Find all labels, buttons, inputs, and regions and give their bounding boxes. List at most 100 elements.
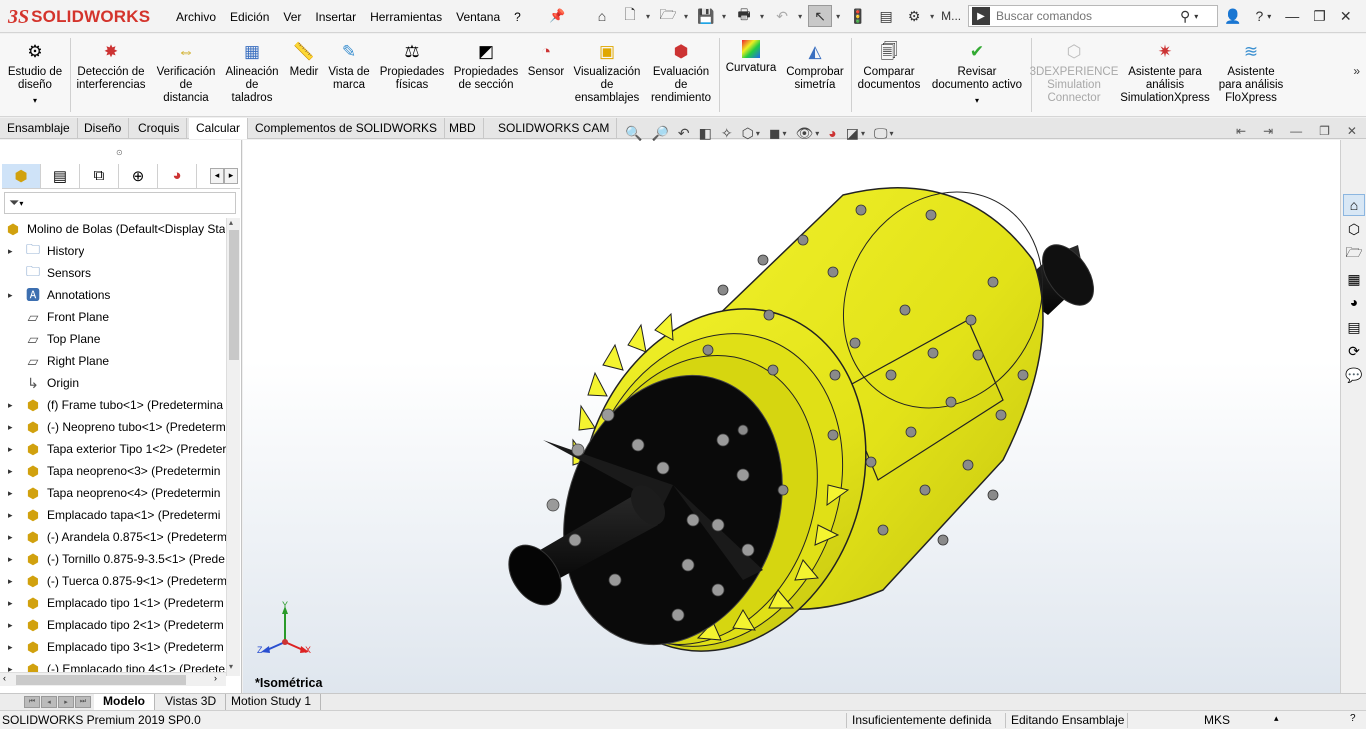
tree-item-component[interactable]: ▸ ⬢ Emplacado tipo 2<1> (Predeterm xyxy=(0,614,226,636)
view-settings-icon[interactable]: 🖵 xyxy=(874,125,888,142)
search-icon[interactable]: ⚲ xyxy=(1180,8,1190,25)
viewport-right-icon[interactable]: ⇥ xyxy=(1263,124,1273,138)
tree-item-component[interactable]: ▸ ⬢ Tapa neopreno<4> (Predetermin xyxy=(0,482,226,504)
options-gear-icon[interactable]: ⚙ xyxy=(902,5,926,27)
tab-ensamblaje[interactable]: Ensamblaje xyxy=(0,118,78,139)
tree-item-right-plane[interactable]: ▱ Right Plane xyxy=(0,350,226,372)
tab-mbd[interactable]: MBD xyxy=(442,118,484,139)
panel-grip-icon[interactable]: ⊙ xyxy=(116,148,123,157)
help-dropdown-icon[interactable]: ▾ xyxy=(1267,12,1271,21)
hide-show-dropdown-icon[interactable]: ▾ xyxy=(815,129,819,138)
dynamic-annotation-icon[interactable]: ✧ xyxy=(721,125,733,142)
print-icon[interactable]: 🖶 xyxy=(732,5,756,27)
help-icon[interactable]: ? xyxy=(1255,8,1263,24)
expand-icon[interactable]: ▸ xyxy=(8,246,18,257)
units-status[interactable]: MKS xyxy=(1204,713,1230,727)
solidworks-forum-icon[interactable]: ⟳ xyxy=(1343,340,1365,362)
select-dropdown-icon[interactable]: ▾ xyxy=(836,12,840,21)
display-style-icon[interactable]: ◼ xyxy=(769,125,781,142)
tree-item-component[interactable]: ▸ ⬢ (-) Tuerca 0.875-9<1> (Predeterm xyxy=(0,570,226,592)
configuration-manager-tab-icon[interactable]: ⧉ xyxy=(80,163,119,188)
open-dropdown-icon[interactable]: ▾ xyxy=(684,12,688,21)
clearance-verification-button[interactable]: ⇔ Verificación de distancia xyxy=(152,40,220,105)
check-active-document-button[interactable]: ✔ Revisar documento activo ▾ xyxy=(926,40,1028,107)
design-study-button[interactable]: ⚙ Estudio de diseño ▾ xyxy=(4,40,66,107)
scroll-thumb[interactable] xyxy=(16,675,186,685)
file-explorer-icon[interactable]: 🗁 xyxy=(1343,243,1365,265)
viewport-close-icon[interactable]: ✕ xyxy=(1347,124,1357,138)
tree-item-component[interactable]: ▸ ⬢ (-) Arandela 0.875<1> (Predeterm xyxy=(0,526,226,548)
prev-tab-icon[interactable]: ◂ xyxy=(41,696,57,708)
menu-archivo[interactable]: Archivo xyxy=(176,10,216,24)
tree-item-component[interactable]: ▸ ⬢ (-) Tornillo 0.875-9-3.5<1> (Prede xyxy=(0,548,226,570)
expand-icon[interactable]: ▸ xyxy=(8,488,18,499)
tree-item-component[interactable]: ▸ ⬢ (-) Neopreno tubo<1> (Predeterm xyxy=(0,416,226,438)
search-box[interactable]: ▶ ⚲ ▾ xyxy=(968,5,1218,27)
custom-properties-icon[interactable]: ▤ xyxy=(1343,316,1365,338)
last-tab-icon[interactable]: ⏭ xyxy=(75,696,91,708)
tree-item-component[interactable]: ▸ ⬢ Tapa exterior Tipo 1<2> (Predeter xyxy=(0,438,226,460)
symmetry-check-button[interactable]: ◭ Comprobar simetría xyxy=(782,40,848,92)
sensor-button[interactable]: ◔ Sensor xyxy=(526,40,566,79)
view-palette-icon[interactable]: ▦ xyxy=(1343,268,1365,290)
expand-icon[interactable]: ▸ xyxy=(8,598,18,609)
view-orientation-icon[interactable]: ⬡ xyxy=(742,125,754,142)
tab-calcular[interactable]: Calcular xyxy=(189,118,249,139)
expand-icon[interactable]: ▸ xyxy=(8,532,18,543)
viewport-left-icon[interactable]: ⇤ xyxy=(1236,124,1246,138)
save-dropdown-icon[interactable]: ▾ xyxy=(722,12,726,21)
display-style-dropdown-icon[interactable]: ▾ xyxy=(782,129,786,138)
tree-item-component[interactable]: ▸ ⬢ Emplacado tipo 1<1> (Predeterm xyxy=(0,592,226,614)
simulationxpress-button[interactable]: ✷ Asistente para análisis SimulationXpre… xyxy=(1118,40,1212,105)
next-tab-icon[interactable]: ▸ xyxy=(58,696,74,708)
options-dropdown-icon[interactable]: ▾ xyxy=(930,12,934,21)
filter-icon[interactable]: ⏷ xyxy=(9,195,19,211)
search-dropdown-icon[interactable]: ▾ xyxy=(1194,12,1198,21)
tree-item-history[interactable]: ▸ 🗀 History xyxy=(0,240,226,262)
tab-croquis[interactable]: Croquis xyxy=(131,118,188,139)
undo-icon[interactable]: ↶ xyxy=(770,5,794,27)
solidworks-resources-icon[interactable]: ⌂ xyxy=(1343,194,1365,216)
expand-icon[interactable]: ▸ xyxy=(8,422,18,433)
tab-solidworks-cam[interactable]: SOLIDWORKS CAM xyxy=(491,118,618,139)
tab-motion-study[interactable]: Motion Study 1 xyxy=(222,694,322,710)
search-scope-icon[interactable]: ▶ xyxy=(972,7,990,25)
menu-insertar[interactable]: Insertar xyxy=(315,10,356,24)
print-dropdown-icon[interactable]: ▾ xyxy=(760,12,764,21)
design-study-dropdown-icon[interactable]: ▾ xyxy=(33,94,37,107)
pin-menu-icon[interactable]: 📌 xyxy=(549,8,565,24)
minimize-icon[interactable]: — xyxy=(1285,8,1299,24)
restore-icon[interactable]: ❐ xyxy=(1313,8,1326,25)
scroll-right-icon[interactable]: › xyxy=(214,673,217,683)
zoom-to-fit-icon[interactable]: 🔍 xyxy=(625,125,642,142)
tree-item-front-plane[interactable]: ▱ Front Plane xyxy=(0,306,226,328)
home-icon[interactable]: ⌂ xyxy=(590,5,614,27)
expand-icon[interactable]: ▸ xyxy=(8,620,18,631)
expand-icon[interactable]: ▸ xyxy=(8,400,18,411)
menu-ventana[interactable]: Ventana xyxy=(456,10,500,24)
select-pointer-icon[interactable]: ↖ xyxy=(808,5,833,27)
tab-modelo[interactable]: Modelo xyxy=(94,694,155,710)
previous-view-icon[interactable]: ↶ xyxy=(678,125,690,142)
tree-item-annotations[interactable]: ▸ 🅰 Annotations xyxy=(0,284,226,306)
apply-scene-dropdown-icon[interactable]: ▾ xyxy=(861,129,865,138)
tree-item-sensors[interactable]: 🗀 Sensors xyxy=(0,262,226,284)
tab-vistas-3d[interactable]: Vistas 3D xyxy=(156,694,227,710)
tab-diseno[interactable]: Diseño xyxy=(77,118,130,139)
scroll-left-icon[interactable]: ‹ xyxy=(3,673,6,683)
appearances-icon[interactable]: ◕ xyxy=(1343,291,1365,313)
scroll-down-icon[interactable]: ▾ xyxy=(229,662,233,671)
section-properties-button[interactable]: ◩ Propiedades de sección xyxy=(450,40,522,92)
first-tab-icon[interactable]: ⏮ xyxy=(24,696,40,708)
units-dropdown-icon[interactable]: ▴ xyxy=(1274,713,1279,724)
scroll-up-icon[interactable]: ▴ xyxy=(229,218,233,227)
view-settings-dropdown-icon[interactable]: ▾ xyxy=(889,129,893,138)
expand-icon[interactable]: ▸ xyxy=(8,290,18,301)
expand-icon[interactable]: ▸ xyxy=(8,576,18,587)
apply-scene-icon[interactable]: ◪ xyxy=(846,125,859,142)
menu-herramientas[interactable]: Herramientas xyxy=(370,10,442,24)
display-manager-tab-icon[interactable]: ◕ xyxy=(158,163,197,188)
viewport-minimize-icon[interactable]: — xyxy=(1290,124,1302,138)
rebuild-icon[interactable]: 🚦 xyxy=(846,5,870,27)
menu-ver[interactable]: Ver xyxy=(283,10,301,24)
